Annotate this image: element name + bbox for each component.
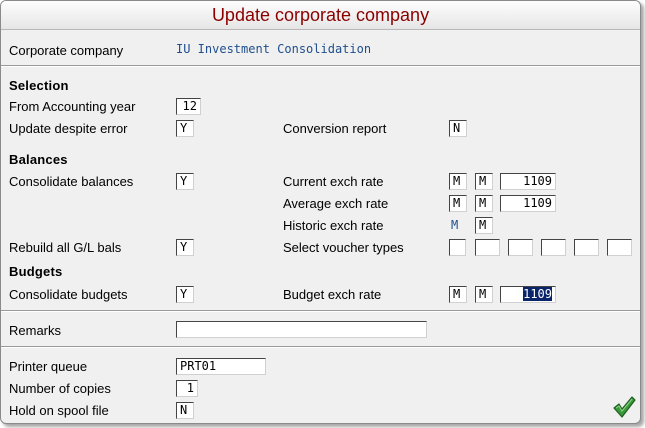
voucher-type-field-3[interactable] xyxy=(508,239,533,256)
budgets-heading: Budgets xyxy=(9,264,63,279)
budget-rate-value-selection: 1109 xyxy=(523,287,552,301)
divider xyxy=(1,65,640,67)
hold-on-spool-label: Hold on spool file xyxy=(9,403,109,418)
average-rate-type2-field[interactable]: M xyxy=(475,195,493,212)
consolidate-balances-field[interactable]: Y xyxy=(176,173,194,190)
printer-queue-label: Printer queue xyxy=(9,359,88,374)
update-despite-error-label: Update despite error xyxy=(9,121,128,136)
corporate-company-label: Corporate company xyxy=(9,43,124,58)
average-rate-type1-field[interactable]: M xyxy=(449,195,467,212)
current-rate-type2-field[interactable]: M xyxy=(475,173,493,190)
consolidate-budgets-field[interactable]: Y xyxy=(176,286,194,303)
printer-queue-field[interactable]: PRT01 xyxy=(176,358,266,375)
historic-rate-type2-field[interactable]: M xyxy=(475,217,493,234)
budget-rate-type1-field[interactable]: M xyxy=(449,286,467,303)
corporate-company-value: IU Investment Consolidation xyxy=(176,42,372,56)
from-year-field[interactable]: 12 xyxy=(176,98,201,115)
rebuild-gl-bals-label: Rebuild all G/L bals xyxy=(9,240,122,255)
ok-button[interactable] xyxy=(611,394,637,420)
average-rate-value-field[interactable]: 1109 xyxy=(500,195,556,212)
remarks-field[interactable] xyxy=(176,321,427,338)
conversion-report-label: Conversion report xyxy=(283,121,387,136)
current-rate-type1-field[interactable]: M xyxy=(449,173,467,190)
balances-heading: Balances xyxy=(9,152,68,167)
rebuild-gl-bals-field[interactable]: Y xyxy=(176,239,194,256)
selection-heading: Selection xyxy=(9,78,69,93)
current-rate-value-field[interactable]: 1109 xyxy=(500,173,556,190)
voucher-type-field-1[interactable] xyxy=(449,239,466,256)
historic-exch-rate-label: Historic exch rate xyxy=(283,218,384,233)
voucher-type-field-6[interactable] xyxy=(607,239,632,256)
voucher-type-field-5[interactable] xyxy=(574,239,599,256)
average-exch-rate-label: Average exch rate xyxy=(283,196,389,211)
divider xyxy=(1,310,640,312)
from-year-label: From Accounting year xyxy=(9,99,136,114)
voucher-type-field-4[interactable] xyxy=(541,239,566,256)
number-of-copies-label: Number of copies xyxy=(9,381,111,396)
historic-rate-type1-value: M xyxy=(451,218,459,232)
update-despite-error-field[interactable]: Y xyxy=(176,120,194,137)
checkmark-icon xyxy=(613,396,636,418)
budget-rate-type2-field[interactable]: M xyxy=(475,286,493,303)
voucher-type-field-2[interactable] xyxy=(475,239,500,256)
window-title: Update corporate company xyxy=(1,1,640,30)
budget-rate-value-field[interactable]: 1109 xyxy=(500,286,556,303)
select-voucher-types-label: Select voucher types xyxy=(283,240,404,255)
update-corporate-company-window: Update corporate company Corporate compa… xyxy=(0,0,641,424)
hold-on-spool-field[interactable]: N xyxy=(176,402,194,419)
consolidate-budgets-label: Consolidate budgets xyxy=(9,287,128,302)
remarks-label: Remarks xyxy=(9,323,62,338)
number-of-copies-field[interactable]: 1 xyxy=(176,380,198,397)
consolidate-balances-label: Consolidate balances xyxy=(9,174,134,189)
conversion-report-field[interactable]: N xyxy=(449,120,467,137)
budget-exch-rate-label: Budget exch rate xyxy=(283,287,382,302)
current-exch-rate-label: Current exch rate xyxy=(283,174,384,189)
divider xyxy=(1,346,640,348)
